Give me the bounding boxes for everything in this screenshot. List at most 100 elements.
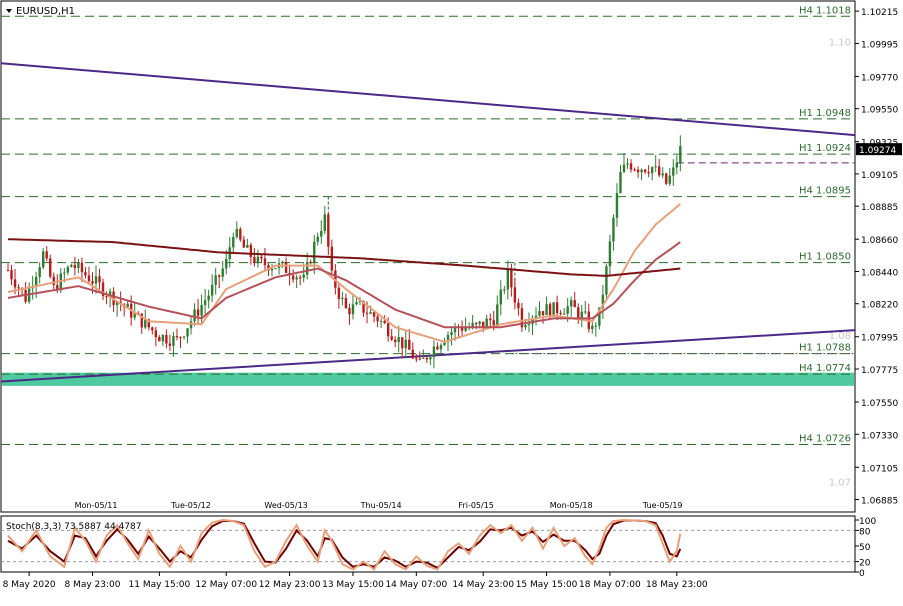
level-label: H1 1.0850 — [799, 252, 851, 263]
main-plot-frame — [0, 0, 856, 513]
day-separator-label: Tue-05/19 — [642, 501, 683, 510]
y-tick-label: 1.07105 — [861, 464, 898, 474]
candle-down — [376, 316, 379, 322]
level-label: H4 1.0726 — [799, 434, 851, 445]
candle-up — [566, 306, 569, 314]
chart-container: H4 1.1018 H1 1.0948 H1 1.0924 H4 1.0895 H1 1… — [0, 0, 903, 602]
candle-up — [210, 284, 214, 296]
candle-down — [559, 313, 562, 315]
candle-up — [193, 309, 196, 322]
candle-up — [485, 318, 488, 327]
round-number-label: 1.08 — [829, 331, 851, 342]
candle-down — [91, 281, 94, 284]
candle-down — [98, 276, 101, 283]
y-tick-label: 1.07550 — [861, 399, 898, 409]
symbol-timeframe-label: EURUSD,H1 — [16, 6, 75, 17]
x-tick-label: 11 May 15:00 — [129, 580, 191, 590]
candle-up — [591, 325, 594, 330]
candle-up — [562, 313, 566, 315]
y-tick-label: 1.06885 — [861, 497, 898, 507]
candle-up — [189, 321, 193, 329]
candle-down — [249, 244, 253, 257]
candle-down — [260, 256, 263, 259]
price-chart-svg[interactable]: H4 1.1018 H1 1.0948 H1 1.0924 H4 1.0895 H1 1… — [0, 0, 903, 602]
candle-up — [503, 289, 506, 291]
candle-up — [580, 311, 583, 318]
y-axis: 1.102151.099951.097701.095501.093251.091… — [855, 8, 902, 507]
candle-up — [439, 344, 443, 350]
level-label: H1 1.0924 — [799, 143, 851, 154]
candle-up — [369, 312, 372, 314]
candle-down — [337, 287, 341, 299]
candle-down — [263, 258, 267, 266]
candle-up — [570, 300, 573, 307]
candle-up — [679, 146, 682, 163]
candle-up — [397, 337, 400, 343]
candle-up — [594, 325, 598, 327]
candle-up — [94, 276, 98, 284]
y-tick-label: 1.09550 — [861, 106, 898, 116]
y-tick-label: 1.09105 — [861, 171, 898, 181]
candle-up — [316, 236, 319, 242]
day-separator-label: Thu-05/14 — [360, 501, 402, 510]
candle-up — [675, 162, 678, 168]
stoch-tick-label: 80 — [859, 527, 871, 537]
day-separator-label: Mon-05/18 — [550, 501, 593, 510]
candle-up — [545, 304, 548, 315]
candle-down — [633, 169, 636, 171]
candle-up — [506, 268, 510, 290]
candle-down — [643, 169, 647, 173]
candle-down — [474, 323, 478, 325]
candle-up — [605, 266, 608, 295]
candle-down — [165, 335, 168, 344]
candle-down — [510, 268, 513, 288]
candle-up — [235, 229, 238, 237]
day-separator-label: Wed-05/13 — [264, 501, 307, 510]
candle-up — [320, 230, 323, 237]
candle-up — [422, 357, 425, 359]
candle-down — [386, 323, 390, 337]
stoch-tick-label: 50 — [859, 543, 871, 553]
candle-up — [77, 262, 80, 269]
candle-down — [179, 337, 182, 339]
level-label: H4 1.1018 — [799, 5, 851, 16]
candle-down — [555, 302, 559, 314]
candle-up — [313, 241, 316, 263]
candle-down — [636, 169, 640, 173]
day-separator-label: Mon-05/11 — [75, 501, 118, 510]
candle-up — [432, 346, 436, 358]
candle-up — [207, 295, 210, 301]
candle-up — [161, 335, 165, 342]
x-tick-label: 18 May 07:00 — [579, 580, 641, 590]
level-label: H1 1.0948 — [799, 108, 851, 119]
candle-up — [172, 336, 175, 346]
candle-down — [158, 337, 161, 342]
candle-up — [527, 323, 531, 325]
y-tick-label: 1.07330 — [861, 431, 898, 441]
round-number-label: 1.07 — [829, 478, 851, 489]
candle-down — [84, 272, 87, 276]
y-tick-label: 1.08885 — [861, 203, 898, 213]
x-tick-label: 8 May 2020 — [3, 580, 56, 590]
candle-down — [492, 320, 495, 326]
candle-down — [298, 277, 302, 279]
x-tick-label: 14 May 07:00 — [385, 580, 447, 590]
candle-down — [513, 287, 517, 303]
y-tick-label: 1.08440 — [861, 268, 898, 278]
candle-down — [87, 275, 91, 282]
candle-down — [168, 343, 172, 346]
candle-up — [38, 267, 41, 278]
candle-down — [348, 307, 351, 315]
y-tick-label: 1.07995 — [861, 334, 898, 344]
candle-down — [242, 239, 246, 248]
candle-down — [10, 270, 13, 280]
candle-down — [401, 337, 404, 349]
stoch-label: Stoch(8,3,3) 73.5887 44.4787 — [6, 522, 141, 532]
candle-down — [239, 229, 242, 240]
candle-down — [482, 321, 485, 327]
current-price-label: 1.09274 — [859, 146, 896, 156]
candle-down — [154, 330, 158, 338]
candle-down — [344, 297, 348, 308]
candle-up — [66, 266, 70, 273]
candle-down — [291, 275, 295, 280]
